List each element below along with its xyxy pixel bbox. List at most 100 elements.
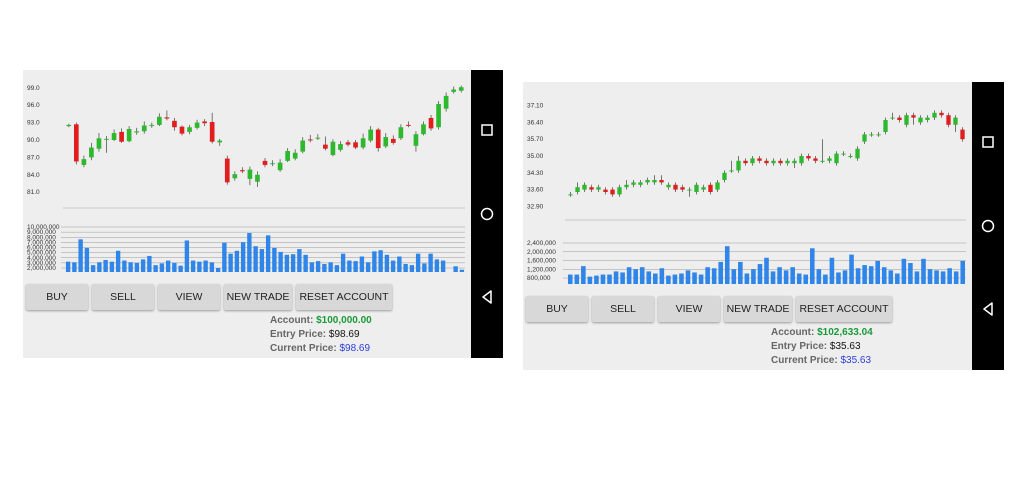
volume-bar (934, 270, 939, 284)
candle-up (771, 160, 776, 164)
candle-up (217, 140, 223, 143)
candle-down (209, 122, 215, 142)
volume-bar (809, 248, 815, 284)
candle-up (848, 156, 853, 157)
volume-bar (78, 239, 83, 272)
account-info: Account: $100,000.00 Entry Price: $98.69… (270, 314, 372, 356)
view-button[interactable]: VIEW (658, 296, 720, 322)
volume-bar (84, 247, 90, 272)
candle-up (413, 134, 419, 146)
recents-icon[interactable] (471, 114, 503, 146)
home-icon[interactable] (471, 198, 503, 230)
sell-button[interactable]: SELL (92, 284, 154, 310)
volume-bar (397, 256, 402, 272)
home-icon[interactable] (972, 210, 1004, 242)
sell-button[interactable]: SELL (592, 296, 654, 322)
volume-bar (240, 242, 246, 272)
candle-up (111, 133, 117, 140)
volume-bar (875, 260, 880, 284)
candle-down (345, 142, 351, 145)
volume-bar (672, 274, 678, 284)
volume-bar (823, 274, 828, 284)
volume-bar (705, 267, 710, 284)
volume-bar (209, 262, 215, 272)
candle-down (659, 180, 664, 183)
candle-up (890, 117, 895, 119)
candle-up (799, 156, 804, 164)
view-button[interactable]: VIEW (158, 284, 220, 310)
candle-up (876, 134, 881, 136)
candle-up (596, 187, 601, 190)
volume-bar (453, 266, 458, 272)
button-row: BUY SELL VIEW NEW TRADE RESET ACCOUNT (26, 284, 392, 310)
recents-icon[interactable] (972, 126, 1004, 158)
candle-up (617, 187, 622, 195)
candle-up (255, 174, 260, 182)
candlestick-chart: 37.10 36.40 35.70 35.00 34.30 33.60 32.90 2,400… (527, 103, 966, 284)
volume-bar (178, 265, 183, 272)
volume-bar (927, 269, 933, 284)
candle-down (428, 117, 434, 129)
candle-up (134, 131, 140, 133)
candle-up (855, 148, 860, 159)
candle-down (757, 158, 762, 161)
candle-down (911, 115, 916, 118)
candle-down (778, 160, 783, 164)
volume-bar (646, 271, 652, 284)
volume-bar (790, 267, 795, 284)
volume-tick-label: 1,200,000 (527, 266, 556, 273)
new-trade-button[interactable]: NEW TRADE (724, 296, 792, 322)
candle-up (729, 170, 734, 172)
candle-down (939, 112, 944, 116)
candle-down (202, 121, 207, 124)
back-icon[interactable] (972, 293, 1004, 325)
volume-bar (459, 269, 465, 272)
button-row: BUY SELL VIEW NEW TRADE RESET ACCOUNT (526, 296, 892, 322)
candle-down (743, 160, 748, 164)
candle-down (589, 187, 594, 190)
volume-bar (692, 272, 697, 284)
candle-down (172, 120, 177, 128)
candle-down (73, 124, 79, 162)
volume-tick-label: 2,000,000 (527, 249, 556, 256)
trading-screen: 99.0 96.0 93.0 90.0 87.0 84.0 81.0 10,000,000 9,… (23, 70, 471, 358)
volume-bar (197, 261, 202, 272)
volume-bar (574, 274, 580, 284)
candle-down (323, 144, 328, 149)
candle-down (960, 129, 965, 140)
buy-button[interactable]: BUY (526, 296, 588, 322)
candle-down (610, 189, 615, 195)
volume-bar (259, 249, 265, 272)
volume-tick-label: 1,600,000 (527, 258, 556, 265)
price-tick-label: 96.0 (27, 102, 40, 109)
volume-bar (65, 261, 71, 272)
new-trade-button[interactable]: NEW TRADE (224, 284, 292, 310)
candle-up (458, 87, 464, 91)
volume-bar (803, 274, 809, 284)
back-icon[interactable] (471, 281, 503, 313)
candle-up (827, 158, 832, 161)
candle-down (946, 115, 951, 125)
volume-bar (849, 254, 854, 284)
volume-bar (881, 267, 887, 284)
volume-bar (409, 265, 415, 272)
volume-bar (253, 246, 258, 272)
volume-bar (940, 271, 946, 284)
volume-bar (303, 254, 308, 272)
volume-bar (159, 263, 165, 272)
volume-bar (613, 271, 619, 284)
volume-bar (265, 235, 271, 272)
volume-bar (172, 262, 177, 272)
volume-bar (315, 261, 321, 272)
volume-bar (322, 263, 327, 272)
reset-account-button[interactable]: RESET ACCOUNT (296, 284, 392, 310)
reset-account-button[interactable]: RESET ACCOUNT (796, 296, 892, 322)
candle-down (224, 158, 230, 183)
account-info: Account: $102,633.04 Entry Price: $35.63… (771, 326, 873, 368)
candle-down (353, 142, 358, 148)
candle-up (750, 158, 755, 164)
price-tick-label: 35.00 (527, 153, 544, 160)
candle-up (715, 182, 720, 190)
volume-bar (247, 233, 252, 272)
buy-button[interactable]: BUY (26, 284, 88, 310)
